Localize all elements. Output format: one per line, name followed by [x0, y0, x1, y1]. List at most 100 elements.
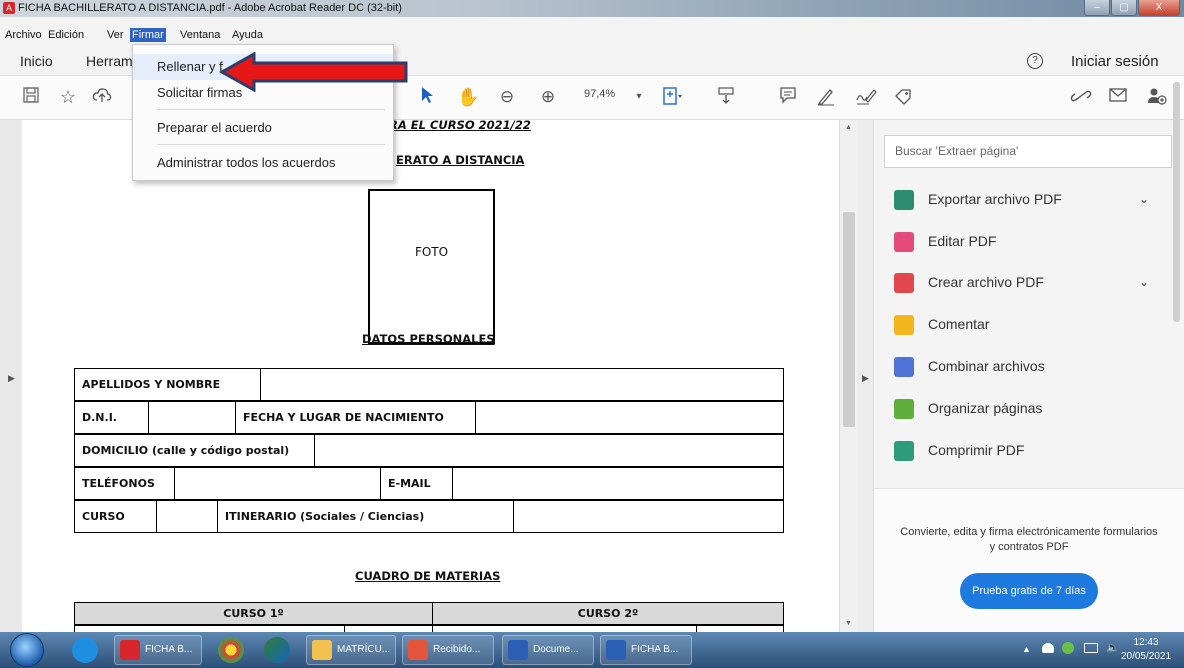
- cloud-app-icon[interactable]: [72, 637, 98, 663]
- task-label: Recibido...: [433, 644, 481, 655]
- taskbar-task-mail[interactable]: Recibido...: [402, 635, 494, 665]
- field-itinerario[interactable]: [513, 500, 784, 533]
- tool-comprimir-pdf[interactable]: Comprimir PDF: [894, 440, 1164, 464]
- expand-left-panel-icon[interactable]: ▶: [8, 373, 15, 384]
- taskbar-task-word-1[interactable]: Docume...: [502, 635, 594, 665]
- star-icon[interactable]: ☆: [57, 86, 79, 108]
- subjects-table: CURSO 1º CURSO 2º: [74, 602, 784, 625]
- zoom-in-icon[interactable]: ⊕: [537, 86, 559, 108]
- signin-button[interactable]: Iniciar sesión: [1071, 53, 1159, 70]
- tools-panel-scrollbar[interactable]: [1170, 62, 1182, 370]
- chevron-down-icon[interactable]: ⌄: [1139, 192, 1149, 206]
- document-viewer[interactable]: ▶ RA EL CURSO 2021/22 ERATO A DISTANCIA …: [0, 120, 858, 632]
- compress-pdf-icon: [894, 441, 914, 461]
- tab-herramientas[interactable]: Herram: [86, 53, 133, 69]
- menu-ayuda[interactable]: Ayuda: [230, 28, 265, 42]
- network-status-icon[interactable]: [1062, 642, 1074, 654]
- chrome-icon[interactable]: [218, 637, 244, 663]
- folder-icon: [312, 640, 332, 660]
- chevron-down-icon[interactable]: ⌄: [1139, 275, 1149, 289]
- select-cursor-icon[interactable]: [417, 86, 437, 108]
- mail-app-icon: [408, 640, 428, 660]
- onedrive-icon[interactable]: [1042, 643, 1054, 653]
- tool-label: Crear archivo PDF: [928, 274, 1044, 290]
- add-user-icon[interactable]: [1145, 86, 1169, 108]
- taskbar-task-acrobat[interactable]: FICHA B...: [114, 635, 202, 665]
- edge-icon[interactable]: [264, 637, 290, 663]
- taskbar-clock[interactable]: 12:43 20/05/2021: [1118, 636, 1174, 664]
- task-label: MATRÍCU...: [337, 644, 391, 655]
- label-domicilio: DOMICILIO (calle y código postal): [74, 434, 315, 467]
- scroll-down-icon[interactable]: ▼: [845, 620, 852, 627]
- zoom-level-select[interactable]: 97,4%: [584, 88, 615, 100]
- organize-pages-icon: [894, 399, 914, 419]
- collapse-right-panel-icon[interactable]: ▶: [862, 373, 869, 384]
- clock-time: 12:43: [1133, 637, 1159, 648]
- taskbar-task-word-2[interactable]: FICHA B...: [600, 635, 692, 665]
- label-email: E-MAIL: [380, 467, 453, 500]
- close-button[interactable]: X: [1138, 0, 1180, 16]
- clock-date: 20/05/2021: [1120, 651, 1172, 662]
- promo-text: Convierte, edita y firma electrónicament…: [900, 526, 1158, 553]
- email-icon[interactable]: [1107, 86, 1129, 108]
- tools-search-input[interactable]: Buscar 'Extraer página': [884, 135, 1172, 168]
- field-domicilio[interactable]: [314, 434, 784, 467]
- field-fecha-lugar-nacimiento[interactable]: [475, 401, 784, 434]
- tool-organizar-paginas[interactable]: Organizar páginas: [894, 398, 1164, 422]
- menu-firmar[interactable]: Firmar: [130, 28, 166, 42]
- menu-item-preparar-acuerdo[interactable]: Preparar el acuerdo: [157, 120, 272, 135]
- tool-label: Comentar: [928, 316, 990, 332]
- tool-combinar-archivos[interactable]: Combinar archivos: [894, 356, 1164, 380]
- tool-label: Exportar archivo PDF: [928, 191, 1062, 207]
- zoom-dropdown-chevron-icon[interactable]: ▾: [632, 86, 646, 108]
- pdf-page[interactable]: RA EL CURSO 2021/22 ERATO A DISTANCIA FO…: [22, 120, 839, 632]
- field-email[interactable]: [452, 467, 784, 500]
- label-fecha-lugar-nacimiento: FECHA Y LUGAR DE NACIMIENTO: [235, 401, 476, 434]
- display-icon[interactable]: [1084, 643, 1098, 653]
- upload-cloud-icon[interactable]: [91, 86, 113, 108]
- save-icon[interactable]: [20, 86, 42, 108]
- tool-comentar[interactable]: Comentar: [894, 314, 1164, 338]
- tool-label: Organizar páginas: [928, 400, 1043, 416]
- menu-item-administrar-acuerdos[interactable]: Administrar todos los acuerdos: [157, 155, 335, 170]
- free-trial-button[interactable]: Prueba gratis de 7 días: [960, 573, 1098, 609]
- window-title: FICHA BACHILLERATO A DISTANCIA.pdf - Ado…: [18, 2, 402, 14]
- highlight-pen-icon[interactable]: [815, 86, 837, 108]
- maximize-button[interactable]: ▢: [1111, 0, 1137, 16]
- menu-edicion[interactable]: Edición: [46, 28, 86, 42]
- scroll-up-icon[interactable]: ▲: [845, 124, 852, 131]
- zoom-out-icon[interactable]: ⊖: [496, 86, 518, 108]
- field-telefonos[interactable]: [174, 467, 381, 500]
- help-icon[interactable]: ?: [1027, 53, 1043, 69]
- trial-promo: Convierte, edita y firma electrónicament…: [874, 488, 1184, 632]
- hand-tool-icon[interactable]: ✋: [457, 86, 479, 108]
- tools-panel-scroll-thumb[interactable]: [1173, 82, 1180, 322]
- tool-exportar-pdf[interactable]: Exportar archivo PDF ⌄: [894, 189, 1164, 213]
- fill-sign-icon[interactable]: [855, 86, 877, 108]
- field-curso[interactable]: [156, 500, 218, 533]
- tray-expand-icon[interactable]: ▲: [1022, 644, 1031, 654]
- start-button[interactable]: [10, 633, 44, 667]
- menu-separator: [157, 144, 385, 145]
- tool-crear-pdf[interactable]: Crear archivo PDF ⌄: [894, 272, 1164, 296]
- tool-editar-pdf[interactable]: Editar PDF: [894, 231, 1164, 255]
- label-curso: CURSO: [74, 500, 157, 533]
- menu-ver[interactable]: Ver: [105, 28, 126, 42]
- scroll-mode-icon[interactable]: [715, 86, 737, 108]
- label-apellidos-nombre: APELLIDOS Y NOMBRE: [74, 368, 261, 401]
- left-panel-strip[interactable]: ▶: [0, 120, 22, 632]
- comment-icon[interactable]: [777, 86, 799, 108]
- fit-page-icon[interactable]: [660, 86, 684, 108]
- field-apellidos-nombre[interactable]: [260, 368, 784, 401]
- menu-archivo[interactable]: Archivo: [3, 28, 44, 42]
- share-link-icon[interactable]: [1069, 86, 1093, 108]
- document-scroll-thumb[interactable]: [843, 212, 855, 427]
- right-panel-collapse-strip[interactable]: ▶: [858, 120, 874, 632]
- menu-ventana[interactable]: Ventana: [178, 28, 222, 42]
- minimize-button[interactable]: –: [1084, 0, 1110, 16]
- tag-arrow-icon[interactable]: [891, 86, 915, 108]
- taskbar-task-folder[interactable]: MATRÍCU...: [306, 635, 396, 665]
- field-dni[interactable]: [148, 401, 236, 434]
- document-scrollbar[interactable]: ▲ ▼: [840, 120, 858, 632]
- tab-inicio[interactable]: Inicio: [20, 53, 53, 69]
